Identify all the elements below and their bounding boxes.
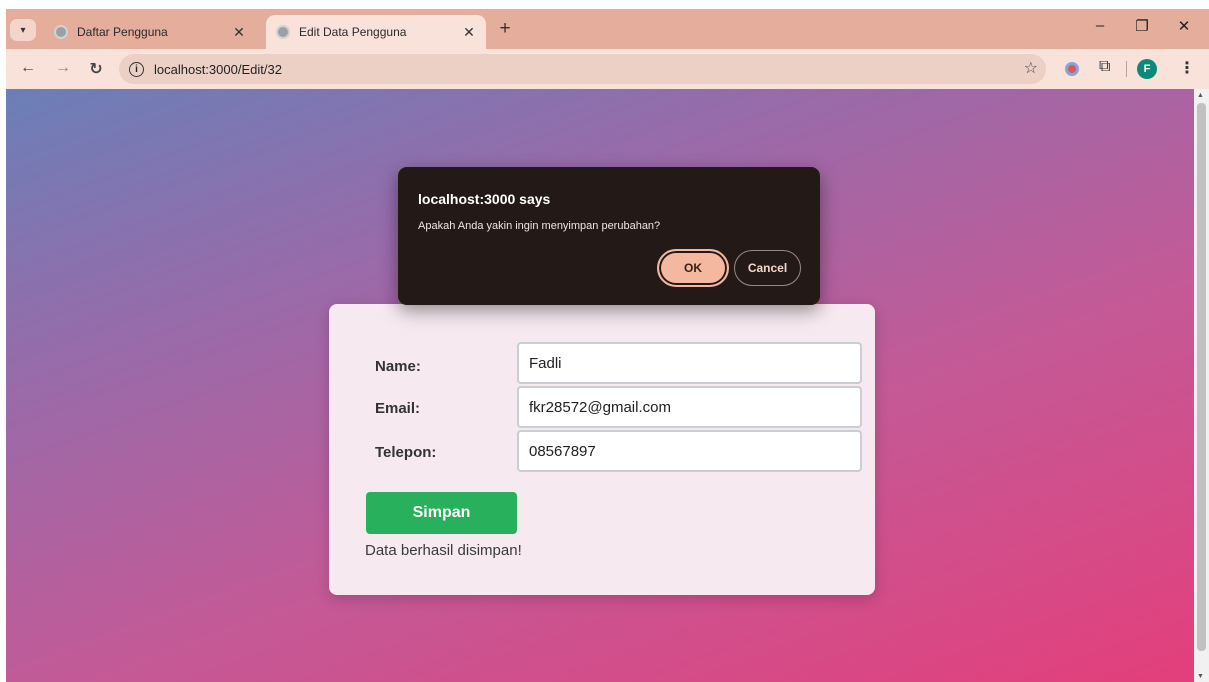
email-input[interactable]: fkr28572@gmail.com (517, 386, 862, 428)
browser-toolbar: ← → ↻ i localhost:3000/Edit/32 ☆ ⧉ F ⋮ (6, 49, 1209, 89)
site-info-icon[interactable]: i (129, 61, 144, 77)
edit-form-card: Name: Fadli Email: fkr28572@gmail.com Te… (329, 304, 875, 595)
extensions-puzzle-icon[interactable]: ⧉ (1099, 58, 1110, 76)
new-tab-button[interactable]: + (493, 18, 517, 42)
address-bar[interactable]: i localhost:3000/Edit/32 ☆ (119, 54, 1046, 84)
url-text: localhost:3000/Edit/32 (154, 61, 282, 77)
email-label: Email: (375, 400, 421, 417)
tab-search-button[interactable]: ▾ (10, 19, 36, 41)
tab-strip: ▾ Daftar Pengguna ✕ Edit Data Pengguna ✕… (6, 9, 1209, 49)
phone-input[interactable]: 08567897 (517, 430, 862, 472)
back-arrow-icon[interactable]: ← (18, 59, 38, 77)
more-menu-icon[interactable]: ⋮ (1179, 58, 1195, 78)
scroll-thumb[interactable] (1197, 103, 1206, 651)
scroll-up-arrow-icon[interactable]: ▲ (1197, 92, 1204, 99)
close-window-button[interactable]: ✕ (1163, 17, 1205, 35)
forward-arrow-icon[interactable]: → (53, 59, 73, 77)
dialog-title: localhost:3000 says (418, 191, 551, 207)
dialog-message: Apakah Anda yakin ingin menyimpan peruba… (418, 220, 661, 232)
bookmark-star-icon[interactable]: ☆ (1024, 58, 1038, 78)
recording-extension-icon[interactable] (1065, 62, 1079, 76)
browser-window: ▾ Daftar Pengguna ✕ Edit Data Pengguna ✕… (6, 9, 1209, 682)
vertical-scrollbar[interactable]: ▲ ▼ (1194, 89, 1209, 682)
restore-button[interactable]: ❐ (1121, 17, 1163, 35)
cancel-button[interactable]: Cancel (734, 250, 801, 286)
save-button[interactable]: Simpan (366, 492, 517, 534)
globe-icon (54, 25, 68, 39)
scroll-down-arrow-icon[interactable]: ▼ (1197, 673, 1204, 680)
status-message: Data berhasil disimpan! (365, 542, 522, 559)
reload-icon[interactable]: ↻ (86, 59, 106, 79)
globe-icon (276, 25, 290, 39)
minimize-button[interactable]: – (1079, 17, 1121, 35)
ok-button[interactable]: OK (657, 249, 729, 287)
tab-title: Daftar Pengguna (77, 25, 168, 39)
tab-daftar-pengguna[interactable]: Daftar Pengguna ✕ (50, 15, 256, 49)
tab-title: Edit Data Pengguna (299, 25, 407, 39)
name-label: Name: (375, 358, 421, 375)
close-tab-icon[interactable]: ✕ (460, 24, 478, 41)
tab-edit-data-pengguna[interactable]: Edit Data Pengguna ✕ (266, 15, 486, 49)
window-controls: – ❐ ✕ (1079, 17, 1205, 35)
close-tab-icon[interactable]: ✕ (230, 24, 248, 41)
toolbar-divider (1126, 61, 1127, 77)
page-viewport: Edit Data Pengguna Baru Name: Fadli Emai… (6, 89, 1194, 682)
phone-label: Telepon: (375, 444, 437, 461)
name-input[interactable]: Fadli (517, 342, 862, 384)
profile-avatar[interactable]: F (1137, 59, 1157, 79)
confirm-dialog: localhost:3000 says Apakah Anda yakin in… (398, 167, 820, 305)
